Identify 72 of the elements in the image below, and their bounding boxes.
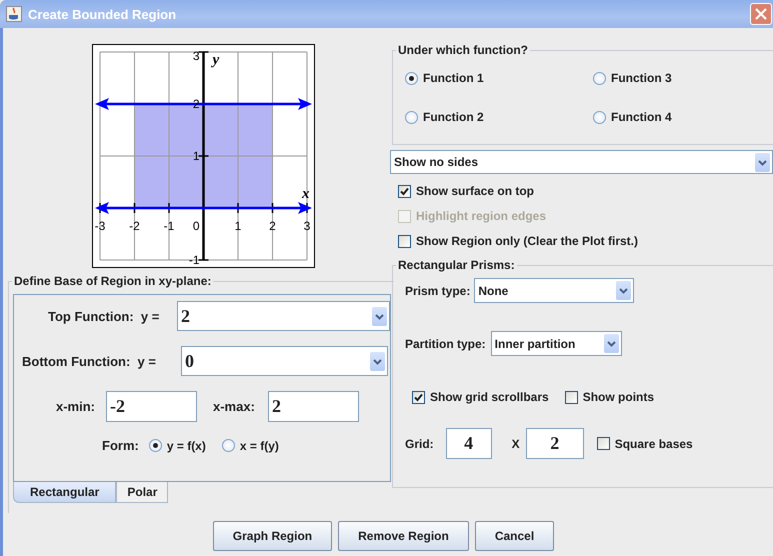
radio-label: Function 4 bbox=[611, 110, 672, 124]
section-title: Define Base of Region in xy-plane: bbox=[13, 274, 212, 288]
radio-button[interactable] bbox=[222, 439, 235, 452]
sides-dropdown[interactable]: Show no sides bbox=[390, 150, 773, 174]
dialog-button[interactable]: Graph Region bbox=[212, 521, 332, 551]
field-label: Prism type: bbox=[405, 284, 470, 298]
field-label: x-min: bbox=[56, 399, 96, 414]
section-title: Rectangular Prisms: bbox=[397, 258, 516, 272]
radio-label: Function 1 bbox=[423, 71, 484, 85]
checkbox[interactable] bbox=[398, 234, 411, 248]
tick-label: -1 bbox=[188, 253, 200, 267]
checkbox-label: Show surface on top bbox=[416, 184, 534, 198]
tick-label: 0 bbox=[192, 219, 200, 233]
caret-icon[interactable] bbox=[604, 334, 619, 353]
field-label: Grid: bbox=[405, 436, 434, 450]
tick-label: -2 bbox=[129, 219, 140, 233]
x-min-field[interactable]: -2 bbox=[106, 391, 197, 422]
caret-icon[interactable] bbox=[370, 352, 385, 370]
field-label: Partition type: bbox=[405, 336, 486, 350]
radio-label: y = f(x) bbox=[166, 438, 206, 452]
radio-button[interactable] bbox=[593, 72, 606, 84]
tab[interactable]: Rectangular bbox=[13, 482, 116, 503]
x-max-field[interactable]: 2 bbox=[268, 391, 359, 422]
tick-label: 3 bbox=[304, 219, 310, 233]
field-label: Form: bbox=[102, 438, 139, 453]
top-function-dropdown[interactable]: 2 bbox=[177, 301, 390, 331]
dialog-button[interactable]: Cancel bbox=[474, 521, 554, 551]
checkbox[interactable] bbox=[412, 390, 425, 404]
checkbox-label: Show Region only (Clear the Plot first.) bbox=[416, 234, 638, 248]
times-sign: X bbox=[512, 436, 520, 450]
tick-label: 1 bbox=[192, 149, 200, 163]
check-icon bbox=[414, 392, 423, 402]
radio-button[interactable] bbox=[593, 110, 606, 124]
field-label: x-max: bbox=[213, 399, 256, 414]
close-button[interactable] bbox=[750, 3, 772, 25]
checkbox-label: Show grid scrollbars bbox=[430, 390, 549, 404]
radio-label: Function 3 bbox=[611, 71, 672, 85]
grid-rows-field[interactable]: 4 bbox=[446, 428, 492, 459]
checkbox-label: Highlight region edges bbox=[416, 209, 546, 223]
radio-button[interactable] bbox=[405, 110, 418, 124]
close-icon[interactable] bbox=[755, 8, 767, 20]
check-icon bbox=[400, 186, 409, 196]
grid-columns-field[interactable]: 2 bbox=[526, 428, 584, 459]
radio-button[interactable] bbox=[405, 72, 418, 84]
radio-button[interactable] bbox=[148, 439, 162, 452]
radio-label: Function 2 bbox=[423, 110, 484, 124]
tick-label: 2 bbox=[269, 219, 276, 233]
radio-label: x = f(y) bbox=[240, 438, 279, 452]
field-label: Top Function: y = bbox=[48, 308, 160, 324]
tick-label: 1 bbox=[234, 219, 242, 233]
tick-label: -1 bbox=[164, 219, 174, 233]
partition-type-dropdown[interactable]: Inner partition bbox=[490, 331, 622, 356]
checkbox-label: Show points bbox=[582, 390, 654, 404]
tab[interactable]: Polar bbox=[116, 482, 168, 503]
checkbox-label: Square bases bbox=[614, 436, 693, 450]
tick-label: 3 bbox=[192, 49, 200, 63]
caret-icon[interactable] bbox=[755, 152, 770, 172]
axis-label: x bbox=[302, 186, 310, 202]
axis-label: y bbox=[212, 52, 220, 68]
app-icon bbox=[6, 6, 22, 22]
field-label: Bottom Function: y = bbox=[22, 354, 157, 368]
checkbox[interactable] bbox=[398, 184, 411, 198]
section-title: Under which function? bbox=[397, 43, 529, 57]
bottom-function-dropdown[interactable]: 0 bbox=[181, 346, 388, 376]
prism-type-dropdown[interactable]: None bbox=[474, 278, 634, 303]
caret-icon[interactable] bbox=[616, 281, 632, 300]
window-title: Create Bounded Region bbox=[28, 6, 178, 22]
dialog-button[interactable]: Remove Region bbox=[338, 521, 469, 551]
checkbox[interactable] bbox=[564, 390, 578, 404]
caret-icon[interactable] bbox=[372, 306, 387, 326]
tick-label: -3 bbox=[94, 219, 106, 233]
checkbox[interactable] bbox=[596, 437, 610, 450]
